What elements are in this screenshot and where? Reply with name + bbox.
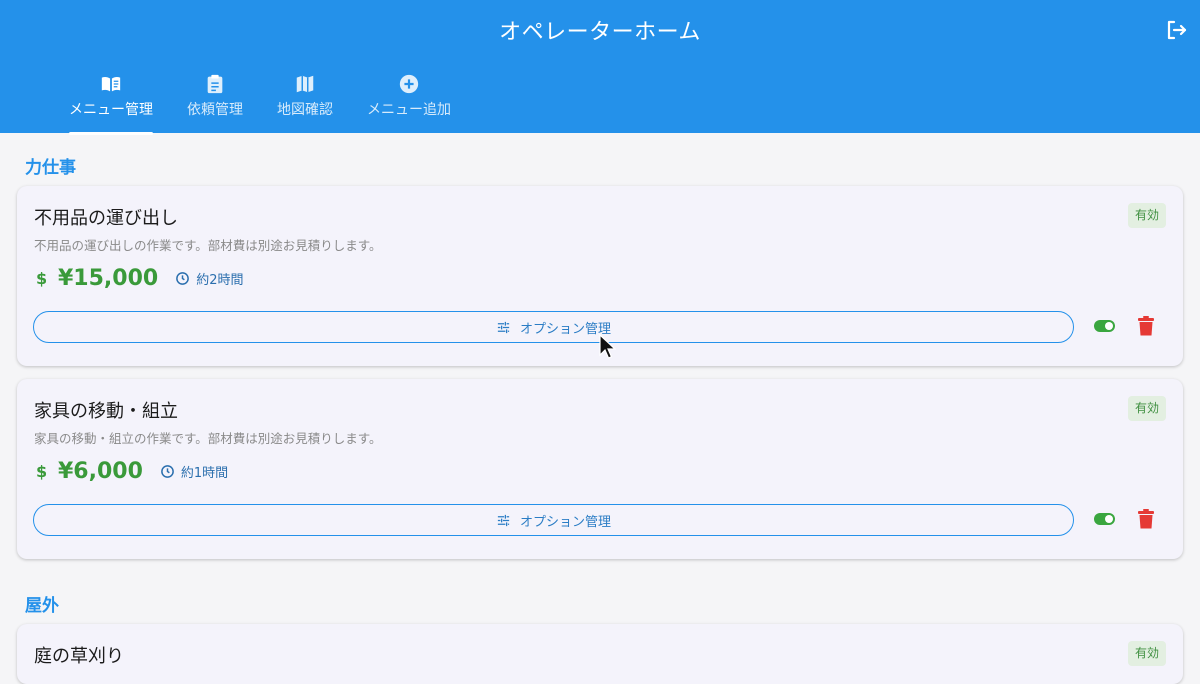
page-title: オペレーターホーム — [499, 20, 701, 45]
tab-label: メニュー管理 — [69, 102, 153, 118]
status-badge: 有効 — [1127, 641, 1166, 666]
logout-icon[interactable] — [1164, 18, 1188, 42]
delete-icon[interactable] — [1137, 509, 1155, 529]
tab-request-management[interactable]: 依頼管理 — [170, 70, 260, 133]
price: ¥15,000 — [58, 266, 159, 291]
menu-name: 不用品の運び出し — [34, 208, 178, 229]
menu-name: 庭の草刈り — [34, 646, 124, 667]
menu-description: 不用品の運び出しの作業です。部材費は別途お見積りします。 — [34, 238, 382, 253]
enable-toggle[interactable] — [1094, 513, 1115, 525]
enable-toggle[interactable] — [1094, 320, 1115, 332]
option-management-button[interactable]: オプション管理 — [33, 504, 1074, 536]
price-row: $ ¥15,000 約2時間 — [36, 266, 243, 291]
add-circle-icon — [398, 73, 420, 95]
tab-menu-management[interactable]: メニュー管理 — [52, 70, 170, 135]
section-title: 屋外 — [25, 596, 59, 616]
duration: 約2時間 — [196, 273, 244, 288]
app-bar: オペレーターホーム メニュー管理 依頼管理 地図確認 メニュー追加 — [0, 0, 1200, 135]
tab-map-check[interactable]: 地図確認 — [260, 70, 350, 133]
clipboard-icon — [204, 73, 226, 95]
tab-label: 地図確認 — [277, 102, 333, 118]
price-row: $ ¥6,000 約1時間 — [36, 459, 228, 484]
tune-icon — [497, 321, 510, 333]
mouse-cursor-icon — [599, 334, 616, 359]
tune-icon — [497, 514, 510, 526]
menu-card: 家具の移動・組立 家具の移動・組立の作業です。部材費は別途お見積りします。 有効… — [17, 379, 1183, 559]
status-badge: 有効 — [1127, 396, 1166, 421]
dollar-icon: $ — [36, 269, 48, 288]
menu-card: 庭の草刈り 有効 — [17, 624, 1183, 684]
duration: 約1時間 — [180, 466, 229, 481]
option-button-label: オプション管理 — [519, 514, 611, 530]
menu-book-icon — [100, 73, 122, 95]
clock-icon — [175, 271, 190, 286]
dollar-icon: $ — [36, 462, 48, 481]
delete-icon[interactable] — [1137, 316, 1155, 336]
tab-add-menu[interactable]: メニュー追加 — [350, 70, 468, 133]
tab-label: メニュー追加 — [367, 102, 451, 118]
price: ¥6,000 — [58, 459, 143, 484]
clock-icon — [160, 464, 175, 479]
tab-label: 依頼管理 — [187, 102, 243, 118]
option-management-button[interactable]: オプション管理 — [33, 311, 1074, 343]
section-title: 力仕事 — [25, 158, 76, 178]
menu-name: 家具の移動・組立 — [34, 401, 178, 422]
map-icon — [294, 73, 316, 95]
menu-description: 家具の移動・組立の作業です。部材費は別途お見積りします。 — [34, 431, 382, 446]
nav-tabs: メニュー管理 依頼管理 地図確認 メニュー追加 — [52, 70, 468, 135]
status-badge: 有効 — [1127, 203, 1166, 228]
